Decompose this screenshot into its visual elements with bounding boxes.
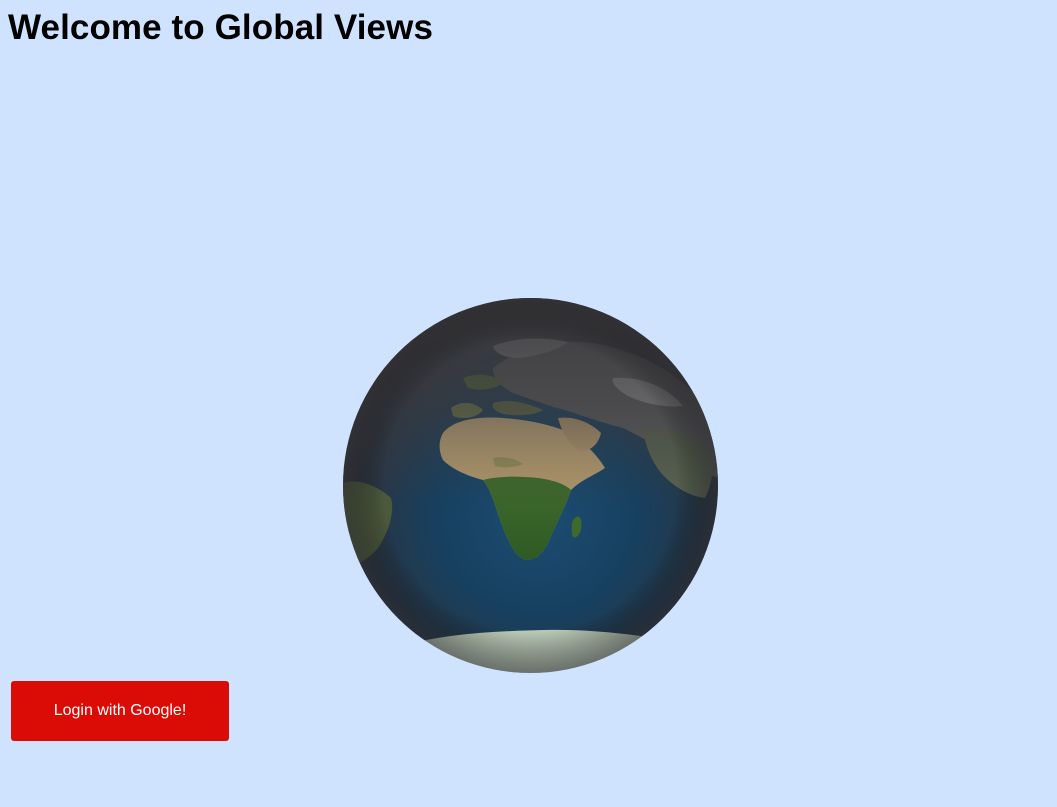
page: Welcome to Global Views Login with Googl… <box>0 0 1057 807</box>
login-with-google-button[interactable]: Login with Google! <box>11 681 229 741</box>
globe[interactable] <box>343 298 718 673</box>
page-title: Welcome to Global Views <box>8 8 434 47</box>
earth-globe-icon <box>343 298 718 673</box>
